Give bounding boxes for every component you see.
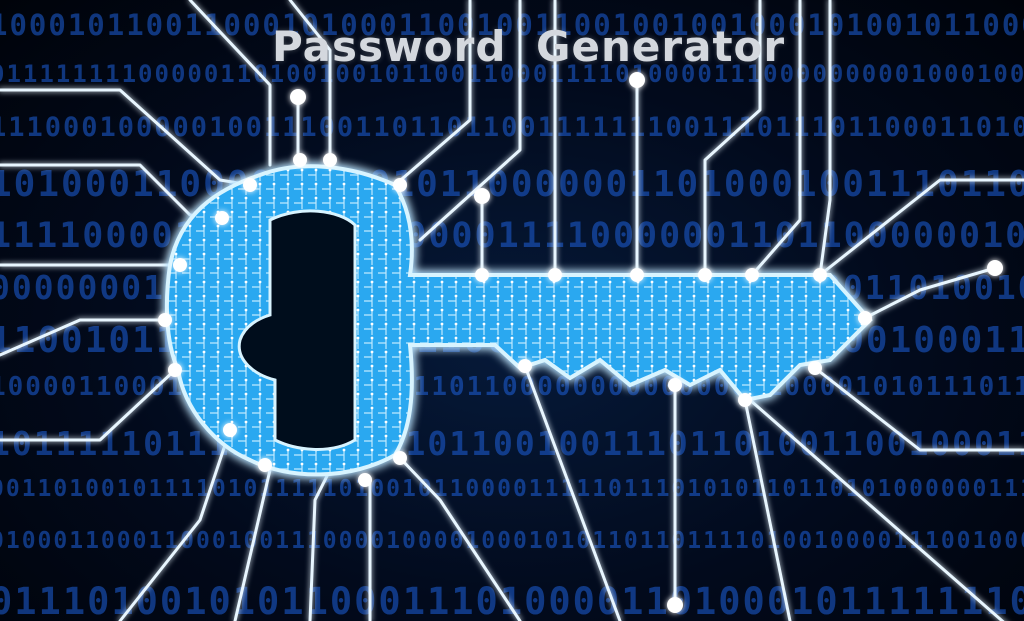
key-circuit-icon xyxy=(0,0,1024,621)
page-title: Password Generator xyxy=(272,22,786,71)
key-shape xyxy=(164,164,873,477)
hero-image: 1000101100110001010001100100110010010010… xyxy=(0,0,1024,621)
